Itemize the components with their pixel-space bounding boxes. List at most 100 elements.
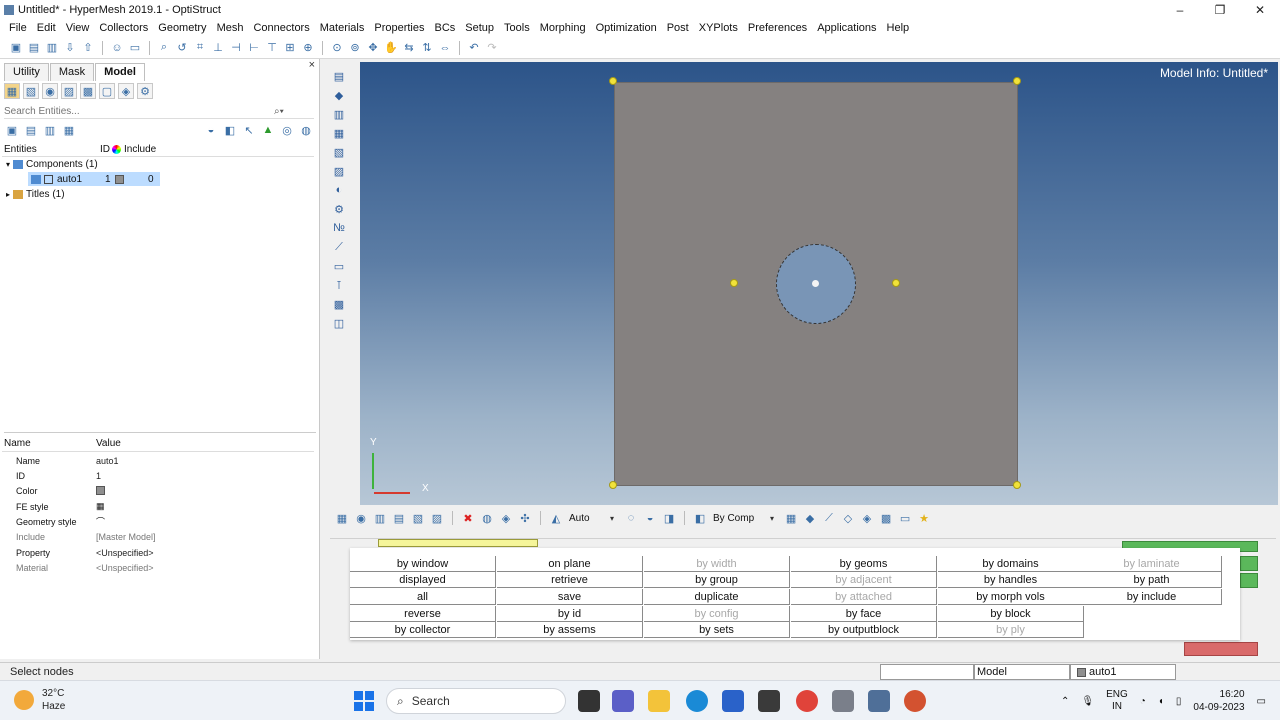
tab-utility[interactable]: Utility [4, 63, 49, 81]
optistruct-icon[interactable] [868, 690, 890, 712]
hypermesh-icon[interactable] [832, 690, 854, 712]
solid-display-icon[interactable]: ◈ [859, 510, 875, 526]
menu-geometry[interactable]: Geometry [153, 22, 211, 34]
menu-mesh[interactable]: Mesh [212, 22, 249, 34]
close-icon[interactable]: × [309, 59, 315, 71]
col-id[interactable]: ID [100, 144, 112, 155]
prop-include-value[interactable]: [Master Model] [96, 532, 156, 542]
task-view-icon[interactable] [578, 690, 600, 712]
menu-connectors[interactable]: Connectors [248, 22, 314, 34]
show-all-eye-icon[interactable]: ◍ [298, 122, 314, 138]
pan-icon[interactable]: ✥ [365, 40, 381, 56]
hide-icon[interactable]: ▢ [99, 83, 115, 99]
node-top-left[interactable] [609, 77, 617, 85]
entity-view-icon[interactable]: ▣ [4, 122, 20, 138]
zoom-out-icon[interactable]: ⊚ [347, 40, 363, 56]
view-yz-icon[interactable]: ⊣ [228, 40, 244, 56]
sel-all[interactable]: all [350, 589, 496, 605]
display-all-icon[interactable]: ▦ [334, 510, 350, 526]
menu-setup[interactable]: Setup [460, 22, 499, 34]
edge-icon[interactable] [686, 690, 708, 712]
sel-on-plane[interactable]: on plane [497, 556, 643, 572]
file-explorer-icon[interactable] [648, 690, 670, 712]
find-icon[interactable]: ▤ [391, 510, 407, 526]
volume-icon[interactable]: ◖ [1158, 696, 1164, 707]
sel-by-sets[interactable]: by sets [644, 622, 790, 638]
open-model-icon[interactable]: ▤ [26, 40, 42, 56]
delete-icon[interactable]: ✖ [460, 510, 476, 526]
node-left[interactable] [730, 279, 738, 287]
transform-icon[interactable]: ✣ [517, 510, 533, 526]
sel-by-include[interactable]: by include [1082, 589, 1222, 605]
import-icon[interactable]: ⇩ [62, 40, 78, 56]
close-button[interactable]: ✕ [1240, 0, 1280, 19]
menu-optimization[interactable]: Optimization [591, 22, 662, 34]
measure-icon[interactable]: ⟋ [330, 239, 348, 255]
reverse-icon[interactable]: ◈ [118, 83, 134, 99]
menu-file[interactable]: File [4, 22, 32, 34]
view-zx-icon[interactable]: ⊢ [246, 40, 262, 56]
transparency-icon[interactable]: ▥ [330, 106, 348, 122]
menu-help[interactable]: Help [882, 22, 915, 34]
view-xy-icon[interactable]: ⊥ [210, 40, 226, 56]
rotate-left-icon[interactable]: ↺ [174, 40, 190, 56]
user-profile-icon[interactable]: ☺ [109, 40, 125, 56]
display-none-icon[interactable]: ◉ [353, 510, 369, 526]
material-icon[interactable]: ◐ [330, 182, 348, 198]
expand-icon[interactable]: ▸ [6, 190, 10, 199]
sel-by-block[interactable]: by block [938, 606, 1084, 622]
sel-by-collector[interactable]: by collector [350, 622, 496, 638]
numbers-icon[interactable]: № [330, 220, 348, 236]
chevron-down-icon[interactable]: ▾ [770, 514, 774, 523]
entity-list-icon[interactable]: ▦ [61, 122, 77, 138]
folder-icon[interactable]: ▭ [127, 40, 143, 56]
add-entity-icon[interactable]: ▲ [260, 122, 276, 138]
sel-by-path[interactable]: by path [1082, 572, 1222, 588]
mask-icon[interactable]: ▧ [410, 510, 426, 526]
line-display-icon[interactable]: ⟋ [821, 510, 837, 526]
vertical-icon[interactable]: ⇅ [419, 40, 435, 56]
display-toggle-icon[interactable]: ▥ [372, 510, 388, 526]
geometry-display-icon[interactable]: ◆ [802, 510, 818, 526]
organize-icon[interactable]: ◍ [479, 510, 495, 526]
show-all-icon[interactable]: ▦ [4, 83, 20, 99]
text-label-icon[interactable]: ⊺ [330, 277, 348, 293]
sel-reverse[interactable]: reverse [350, 606, 496, 622]
isolate-only-icon[interactable]: ▩ [80, 83, 96, 99]
redo-icon[interactable]: ↷ [484, 40, 500, 56]
fit-icon[interactable]: ⌗ [192, 40, 208, 56]
wifi-icon[interactable]: ◔ [1140, 696, 1146, 707]
connector-display-icon[interactable]: ▩ [878, 510, 894, 526]
show-icon[interactable]: ◎ [279, 122, 295, 138]
powerpoint-icon[interactable] [904, 690, 926, 712]
auto-select[interactable]: Auto [567, 513, 607, 524]
store-icon[interactable] [722, 690, 744, 712]
menu-bcs[interactable]: BCs [430, 22, 461, 34]
sel-duplicate[interactable]: duplicate [644, 589, 790, 605]
lasso-icon[interactable]: ◌ [623, 510, 639, 526]
node-top-right[interactable] [1013, 77, 1021, 85]
component-icon[interactable]: ▤ [330, 68, 348, 84]
menu-view[interactable]: View [61, 22, 95, 34]
menu-edit[interactable]: Edit [32, 22, 61, 34]
assembly-icon[interactable]: ▩ [330, 296, 348, 312]
filter-icon[interactable]: ▧ [23, 83, 39, 99]
menu-tools[interactable]: Tools [499, 22, 535, 34]
node-bottom-right[interactable] [1013, 481, 1021, 489]
panel-splitter[interactable] [4, 427, 316, 433]
color-icon[interactable]: ◆ [330, 87, 348, 103]
translate-icon[interactable]: ◈ [498, 510, 514, 526]
search-input[interactable] [4, 106, 274, 117]
menu-properties[interactable]: Properties [369, 22, 429, 34]
menu-xyplots[interactable]: XYPlots [694, 22, 743, 34]
sel-by-geoms[interactable]: by geoms [791, 556, 937, 572]
property-icon[interactable]: ⚙ [330, 201, 348, 217]
clock[interactable]: 16:20 04-09-2023 [1193, 688, 1244, 714]
prop-material-value[interactable]: <Unspecified> [96, 563, 154, 573]
sel-by-handles[interactable]: by handles [938, 572, 1084, 588]
prop-color-swatch[interactable] [96, 486, 105, 495]
fe-style-icon[interactable]: ▦ [96, 501, 105, 512]
sel-retrieve[interactable]: retrieve [497, 572, 643, 588]
translate-option-button[interactable] [1240, 573, 1258, 588]
monitor-icon[interactable]: ▭ [897, 510, 913, 526]
